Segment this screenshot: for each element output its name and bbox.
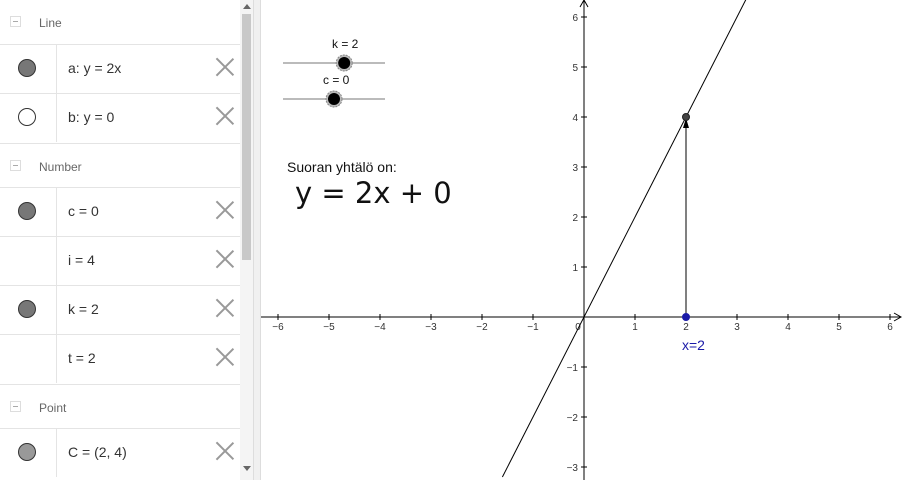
- algebra-item-a[interactable]: a: y = 2x: [0, 44, 240, 93]
- section-label-line: Line: [39, 16, 62, 30]
- point-label: x=2: [682, 337, 705, 353]
- slider-c-label: c = 0: [323, 73, 350, 87]
- x-tick-label: 2: [683, 322, 689, 333]
- algebra-item-b[interactable]: b: y = 0: [0, 93, 240, 142]
- visibility-toggle-icon[interactable]: [18, 202, 36, 220]
- x-tick-label: −5: [323, 322, 335, 333]
- delete-icon[interactable]: [215, 200, 235, 220]
- slider-c-knob[interactable]: [328, 93, 340, 105]
- panel-divider[interactable]: [253, 0, 261, 480]
- y-tick-label: 1: [572, 263, 578, 274]
- visibility-toggle-icon[interactable]: [18, 300, 36, 318]
- line-a[interactable]: [501, 0, 747, 478]
- algebra-expression[interactable]: t = 2: [68, 350, 96, 366]
- y-tick-label: −1: [567, 363, 579, 374]
- y-tick-label: −3: [567, 463, 579, 474]
- section-header-point[interactable]: Point: [0, 384, 240, 430]
- section-header-line[interactable]: Line: [0, 0, 240, 45]
- algebra-view: Line a: y = 2x b: y = 0 Number c = 0 i =…: [0, 0, 253, 480]
- algebra-scrollbar[interactable]: [240, 0, 253, 480]
- y-tick-label: 3: [572, 163, 578, 174]
- equation-caption: Suoran yhtälö on:: [287, 159, 397, 175]
- scroll-up-icon[interactable]: [243, 4, 251, 9]
- visibility-toggle-icon[interactable]: [18, 59, 36, 77]
- slider-k-knob[interactable]: [338, 57, 351, 69]
- y-tick-label: 5: [572, 63, 578, 74]
- algebra-expression[interactable]: b: y = 0: [68, 109, 114, 125]
- delete-icon[interactable]: [215, 106, 235, 126]
- delete-icon[interactable]: [215, 249, 235, 269]
- algebra-item-k[interactable]: k = 2: [0, 285, 240, 334]
- delete-icon[interactable]: [215, 298, 235, 318]
- x-tick-label: −6: [272, 322, 284, 333]
- algebra-item-i[interactable]: i = 4: [0, 236, 240, 285]
- y-tick-label: 6: [572, 13, 578, 24]
- y-tick-label: 2: [572, 213, 578, 224]
- x-tick-label: −2: [476, 322, 488, 333]
- x-tick-label: 6: [887, 322, 893, 333]
- x-tick-label: 1: [632, 322, 638, 333]
- algebra-item-c[interactable]: c = 0: [0, 187, 240, 236]
- slider-k-label: k = 2: [332, 37, 359, 51]
- collapse-toggle-icon[interactable]: [10, 401, 21, 412]
- algebra-item-t[interactable]: t = 2: [0, 334, 240, 383]
- y-tick-label: 4: [572, 113, 578, 124]
- algebra-expression[interactable]: C = (2, 4): [68, 444, 127, 460]
- scrollbar-thumb[interactable]: [242, 14, 251, 260]
- delete-icon[interactable]: [215, 441, 235, 461]
- x-tick-label: 4: [785, 322, 791, 333]
- collapse-toggle-icon[interactable]: [10, 16, 21, 27]
- algebra-item-C[interactable]: C = (2, 4): [0, 428, 240, 477]
- y-tick-label: −2: [567, 413, 579, 424]
- section-label-number: Number: [39, 160, 82, 174]
- visibility-toggle-icon[interactable]: [18, 108, 36, 126]
- delete-icon[interactable]: [215, 57, 235, 77]
- point-x2[interactable]: [682, 313, 690, 321]
- x-tick-label: −3: [425, 322, 437, 333]
- scroll-down-icon[interactable]: [243, 466, 251, 471]
- section-label-point: Point: [39, 401, 67, 415]
- equation-text: y = 2x + 0: [295, 176, 452, 210]
- x-tick-label: 5: [836, 322, 842, 333]
- x-tick-label: −4: [374, 322, 386, 333]
- delete-icon[interactable]: [215, 347, 235, 367]
- collapse-toggle-icon[interactable]: [10, 160, 21, 171]
- x-tick-label: 3: [734, 322, 740, 333]
- algebra-expression[interactable]: k = 2: [68, 301, 99, 317]
- section-header-number[interactable]: Number: [0, 143, 240, 189]
- algebra-expression[interactable]: i = 4: [68, 252, 95, 268]
- algebra-expression[interactable]: a: y = 2x: [68, 60, 121, 76]
- algebra-expression[interactable]: c = 0: [68, 203, 99, 219]
- point-C[interactable]: [682, 113, 690, 121]
- graphics-view[interactable]: −6 −5 −4 −3 −2 −1 0 1 2 3 4 5 6 6 5 4 3 2 1 −1 −2 −3 k = 2 c …: [261, 0, 906, 480]
- visibility-toggle-icon[interactable]: [18, 443, 36, 461]
- coordinate-plane[interactable]: −6 −5 −4 −3 −2 −1 0 1 2 3 4 5 6654321−1−2−3: [261, 0, 906, 480]
- x-tick-label: −1: [527, 322, 539, 333]
